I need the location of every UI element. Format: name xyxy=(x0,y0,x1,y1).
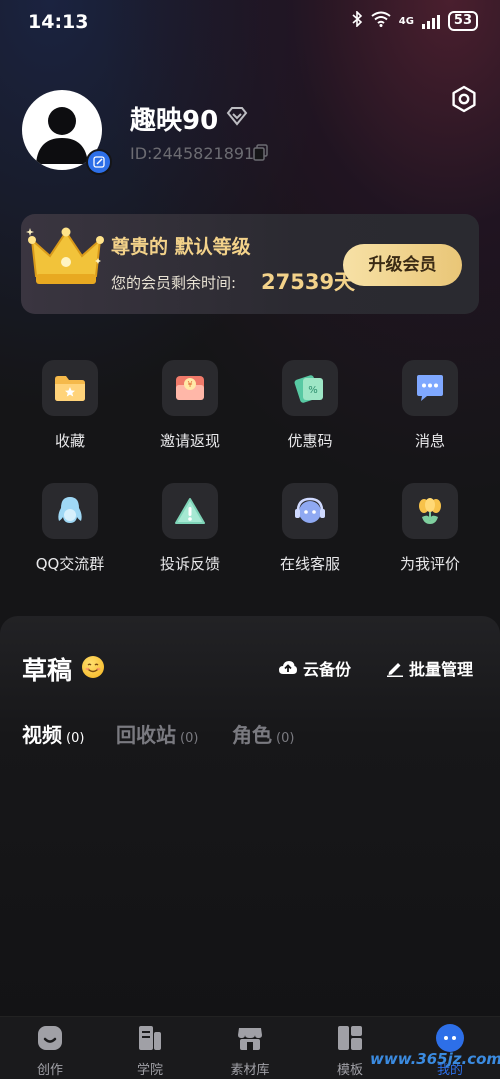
status-bar: 14:13 4G 53 xyxy=(0,0,500,44)
copy-icon[interactable] xyxy=(253,144,269,165)
store-icon xyxy=(235,1023,265,1053)
vip-remaining-label: 您的会员剩余时间: xyxy=(111,274,237,292)
nav-item-academy[interactable]: 学院 xyxy=(115,1023,185,1078)
grid-label: 消息 xyxy=(414,432,445,450)
grid-item-customer-service[interactable]: 在线客服 xyxy=(255,483,365,574)
diamond-icon xyxy=(226,106,248,130)
headset-icon xyxy=(282,483,338,539)
network-type: 4G xyxy=(398,15,414,27)
cloud-upload-icon xyxy=(279,661,297,674)
svg-text:%: % xyxy=(308,385,318,396)
cloud-backup-button[interactable]: 云备份 xyxy=(278,656,351,680)
user-id: ID:2445821891 xyxy=(130,144,255,163)
cloud-backup-label: 云备份 xyxy=(303,660,352,679)
signal-icon xyxy=(421,13,440,29)
drafts-title: 草稿 xyxy=(22,656,73,685)
status-time: 14:13 xyxy=(28,11,89,33)
nav-label: 创作 xyxy=(36,1063,63,1078)
coupon-icon: % xyxy=(282,360,338,416)
svg-text:¥: ¥ xyxy=(187,380,192,389)
grid-label: 在线客服 xyxy=(279,555,340,573)
upgrade-vip-button[interactable]: 升级会员 xyxy=(343,244,462,286)
smile-emoji-icon xyxy=(82,656,104,678)
grid-label: 优惠码 xyxy=(287,432,333,450)
nav-item-material-library[interactable]: 素材库 xyxy=(215,1023,285,1078)
tab-label: 回收站 xyxy=(116,723,176,747)
grid-label: QQ交流群 xyxy=(35,555,105,573)
grid-item-coupon[interactable]: % 优惠码 xyxy=(255,360,365,451)
flower-icon xyxy=(402,483,458,539)
tab-label: 角色 xyxy=(232,723,272,747)
red-envelope-icon: ¥ xyxy=(162,360,218,416)
nav-label: 学院 xyxy=(136,1063,163,1078)
grid-label: 收藏 xyxy=(54,432,85,450)
grid-item-messages[interactable]: 消息 xyxy=(375,360,485,451)
vip-remaining-days: 27539天 xyxy=(261,270,356,294)
warning-icon xyxy=(162,483,218,539)
folder-icon xyxy=(42,360,98,416)
bluetooth-icon xyxy=(351,10,363,31)
nav-label: 素材库 xyxy=(230,1063,270,1078)
message-icon xyxy=(402,360,458,416)
tab-recycle-bin[interactable]: 回收站 (0) xyxy=(116,719,198,748)
tab-count: (0) xyxy=(276,731,295,746)
username: 趣映90 xyxy=(130,106,219,136)
profile-icon xyxy=(435,1023,465,1053)
status-icons: 4G 53 xyxy=(351,10,478,31)
batch-manage-button[interactable]: 批量管理 xyxy=(386,656,473,680)
tab-characters[interactable]: 角色 (0) xyxy=(232,719,294,748)
nav-item-create[interactable]: 创作 xyxy=(15,1023,85,1078)
grid-item-invite-cashback[interactable]: ¥ 邀请返现 xyxy=(135,360,245,451)
wifi-icon xyxy=(371,11,391,31)
grid-label: 邀请返现 xyxy=(159,432,220,450)
grid-item-rate-us[interactable]: 为我评价 xyxy=(375,483,485,574)
tab-label: 视频 xyxy=(22,723,62,747)
academy-icon xyxy=(135,1023,165,1053)
grid-item-feedback[interactable]: 投诉反馈 xyxy=(135,483,245,574)
grid-label: 为我评价 xyxy=(399,555,460,573)
tab-count: (0) xyxy=(180,731,199,746)
penguin-icon xyxy=(42,483,98,539)
edit-avatar-icon[interactable] xyxy=(86,149,112,175)
grid-item-qq-group[interactable]: QQ交流群 xyxy=(15,483,125,574)
tab-count: (0) xyxy=(66,731,85,746)
template-icon xyxy=(335,1023,365,1053)
batch-manage-label: 批量管理 xyxy=(409,660,474,679)
edit-pen-icon xyxy=(387,663,403,677)
vip-level-title: 尊贵的 默认等级 xyxy=(111,236,251,258)
grid-label: 投诉反馈 xyxy=(159,555,220,573)
watermark: www.365jz.com xyxy=(370,1050,500,1068)
grid-item-favorites[interactable]: 收藏 xyxy=(15,360,125,451)
crown-icon xyxy=(26,224,106,294)
settings-icon[interactable] xyxy=(449,84,479,118)
bottom-nav: 创作 学院 素材库 模板 我的 xyxy=(0,1016,500,1079)
battery-indicator: 53 xyxy=(447,11,478,31)
create-icon xyxy=(35,1023,65,1053)
tab-videos[interactable]: 视频 (0) xyxy=(22,719,84,748)
